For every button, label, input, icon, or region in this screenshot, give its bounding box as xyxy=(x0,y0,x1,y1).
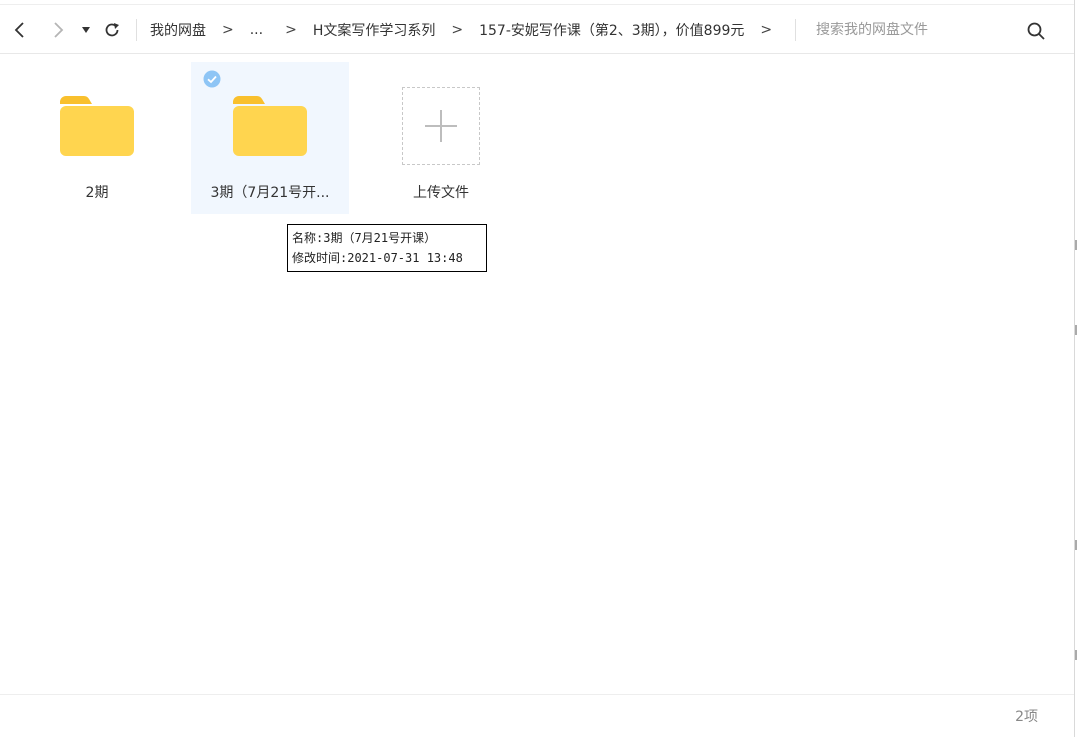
history-dropdown-button[interactable] xyxy=(76,15,96,45)
breadcrumb-item-current[interactable]: 157-安妮写作课（第2、3期），价值899元 xyxy=(479,20,744,40)
toolbar: 我的网盘 > ... > H文案写作学习系列 > 157-安妮写作课（第2、3期… xyxy=(0,4,1074,54)
breadcrumb-separator: > xyxy=(222,22,234,38)
refresh-icon xyxy=(105,23,119,37)
file-tooltip: 名称:3期（7月21号开课） 修改时间:2021-07-31 13:48 xyxy=(287,224,487,272)
folder-item-2[interactable]: 2期 xyxy=(18,62,176,214)
search-input[interactable] xyxy=(808,17,1024,43)
refresh-button[interactable] xyxy=(100,15,124,45)
chevron-right-icon xyxy=(54,22,64,38)
breadcrumb-separator: > xyxy=(451,22,464,38)
breadcrumb-item-root[interactable]: 我的网盘 xyxy=(150,20,206,40)
chevron-left-icon xyxy=(14,22,24,38)
breadcrumb-separator: > xyxy=(760,22,773,38)
caret-down-icon xyxy=(82,27,90,33)
search-divider xyxy=(795,19,796,41)
forward-button[interactable] xyxy=(46,15,70,45)
breadcrumb-item-ellipsis[interactable]: ... xyxy=(250,22,263,38)
folder-name: 2期 xyxy=(85,185,109,201)
tooltip-modified-time: 修改时间:2021-07-31 13:48 xyxy=(292,251,463,265)
breadcrumb: 我的网盘 > ... > H文案写作学习系列 > 157-安妮写作课（第2、3期… xyxy=(150,5,788,55)
folder-name: 3期（7月21号开... xyxy=(210,185,330,201)
check-circle-icon[interactable] xyxy=(203,70,221,88)
upload-button[interactable] xyxy=(402,87,480,165)
back-button[interactable] xyxy=(8,15,32,45)
breadcrumb-item-series[interactable]: H文案写作学习系列 xyxy=(313,20,436,40)
plus-icon xyxy=(425,110,457,142)
folder-item-3[interactable]: 3期（7月21号开... xyxy=(191,62,349,214)
folder-icon xyxy=(60,96,134,156)
tooltip-name: 名称:3期（7月21号开课） xyxy=(292,231,437,245)
upload-label[interactable]: 上传文件 xyxy=(382,182,500,202)
item-count: 2项 xyxy=(1015,709,1038,725)
netdisk-window: 我的网盘 > ... > H文案写作学习系列 > 157-安妮写作课（第2、3期… xyxy=(0,0,1075,737)
status-bar: 2项 xyxy=(0,694,1074,737)
toolbar-divider xyxy=(136,19,137,41)
breadcrumb-separator: > xyxy=(285,22,297,38)
search-icon[interactable] xyxy=(1026,21,1046,41)
folder-icon xyxy=(233,96,307,156)
file-grid: 2期 3期（7月21号开... 上传文件 xyxy=(0,54,1074,694)
